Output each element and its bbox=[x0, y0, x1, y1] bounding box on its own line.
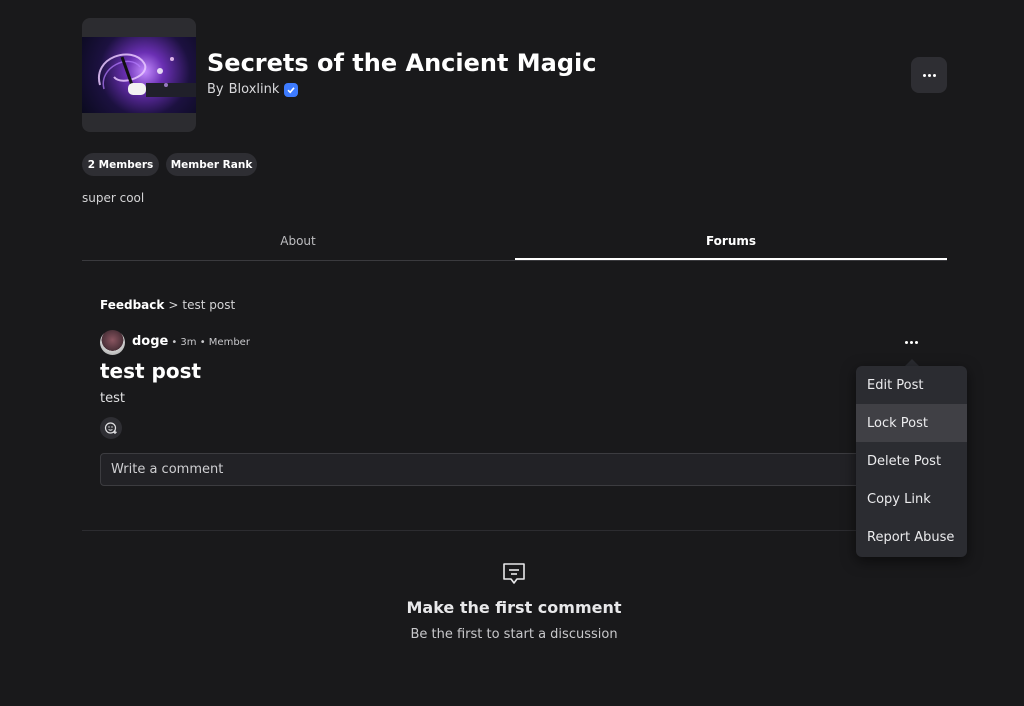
post-body: test bbox=[100, 391, 125, 406]
menu-item-delete-post[interactable]: Delete Post bbox=[856, 442, 967, 480]
group-thumbnail bbox=[82, 18, 196, 132]
author-avatar[interactable] bbox=[100, 330, 125, 355]
owner-name-link[interactable]: Bloxlink bbox=[229, 82, 280, 97]
comment-icon bbox=[503, 563, 525, 584]
breadcrumb-separator: > bbox=[168, 298, 179, 312]
breadcrumb-category-link[interactable]: Feedback bbox=[100, 298, 164, 312]
post-options-menu: Edit Post Lock Post Delete Post Copy Lin… bbox=[856, 366, 967, 557]
comment-input[interactable] bbox=[100, 453, 880, 486]
group-owner: By Bloxlink bbox=[207, 82, 299, 97]
tab-forums[interactable]: Forums bbox=[515, 222, 947, 260]
breadcrumb: Feedback > test post bbox=[100, 298, 235, 312]
tabs-divider bbox=[82, 260, 947, 261]
member-rank-badge[interactable]: Member Rank bbox=[166, 153, 257, 176]
menu-item-lock-post[interactable]: Lock Post bbox=[856, 404, 967, 442]
active-tab-indicator bbox=[515, 258, 947, 260]
owner-prefix: By bbox=[207, 82, 224, 97]
post-meta: • 3m • Member bbox=[171, 337, 250, 348]
group-title: Secrets of the Ancient Magic bbox=[207, 49, 597, 77]
post-author-row: doge • 3m • Member bbox=[132, 334, 250, 349]
breadcrumb-current: test post bbox=[182, 298, 236, 312]
empty-state-title: Make the first comment bbox=[406, 598, 622, 617]
magic-wand-art bbox=[97, 53, 196, 97]
post-more-options-button[interactable] bbox=[899, 332, 923, 352]
menu-item-copy-link[interactable]: Copy Link bbox=[856, 480, 967, 518]
menu-caret bbox=[905, 359, 919, 366]
ellipsis-icon bbox=[904, 340, 918, 344]
ellipsis-icon bbox=[922, 73, 936, 77]
group-more-options-button[interactable] bbox=[911, 57, 947, 93]
members-count-badge[interactable]: 2 Members bbox=[82, 153, 159, 176]
add-reaction-button[interactable] bbox=[100, 417, 122, 439]
group-thumbnail-image bbox=[82, 37, 196, 113]
section-divider bbox=[82, 530, 947, 531]
empty-state-subtitle: Be the first to start a discussion bbox=[410, 627, 618, 642]
group-description: super cool bbox=[82, 191, 145, 205]
add-emoji-icon bbox=[104, 422, 117, 434]
verified-badge-icon bbox=[284, 82, 299, 97]
tab-about[interactable]: About bbox=[82, 222, 514, 260]
menu-item-report-abuse[interactable]: Report Abuse bbox=[856, 518, 967, 556]
post-title: test post bbox=[100, 359, 202, 383]
menu-item-edit-post[interactable]: Edit Post bbox=[856, 366, 967, 404]
author-name-link[interactable]: doge bbox=[132, 334, 168, 349]
